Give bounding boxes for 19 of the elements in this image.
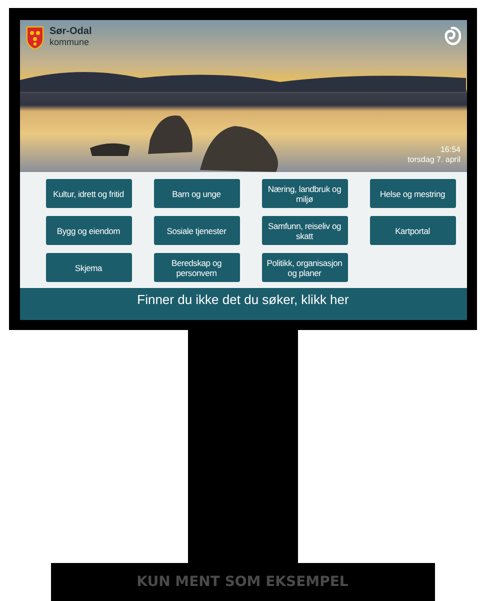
municipality-name: Sør-Odal xyxy=(50,26,92,37)
clock-time: 16:54 xyxy=(440,145,460,155)
menu-button[interactable]: Barn og unge xyxy=(154,179,240,208)
coat-of-arms-icon xyxy=(26,26,44,50)
municipality-subtitle: kommune xyxy=(50,37,90,48)
menu-button[interactable]: Kultur, idrett og fritid xyxy=(46,179,132,208)
menu-button[interactable]: Skjema xyxy=(46,253,132,282)
menu-button[interactable]: Næring, landbruk og miljø xyxy=(262,179,348,208)
menu-button[interactable]: Beredskap og personvern xyxy=(154,253,240,282)
menu-button[interactable]: Kartportal xyxy=(370,216,456,245)
search-help-link[interactable]: Finner du ikke det du søker, klikk her xyxy=(137,292,349,308)
base-label: KUN MENT SOM EKSEMPEL xyxy=(136,574,348,590)
menu-button[interactable]: Helse og mestring xyxy=(370,179,456,208)
menu-button[interactable]: Samfunn, reiseliv og skatt xyxy=(262,216,348,245)
menu-button[interactable]: Politikk, organisasjon og planer xyxy=(262,253,348,282)
menu-button[interactable]: Sosiale tjenester xyxy=(154,216,240,245)
clock-date: torsdag 7. april xyxy=(408,155,460,165)
menu-button[interactable]: Bygg og eiendom xyxy=(46,216,132,245)
swirl-logo-icon xyxy=(442,26,460,46)
